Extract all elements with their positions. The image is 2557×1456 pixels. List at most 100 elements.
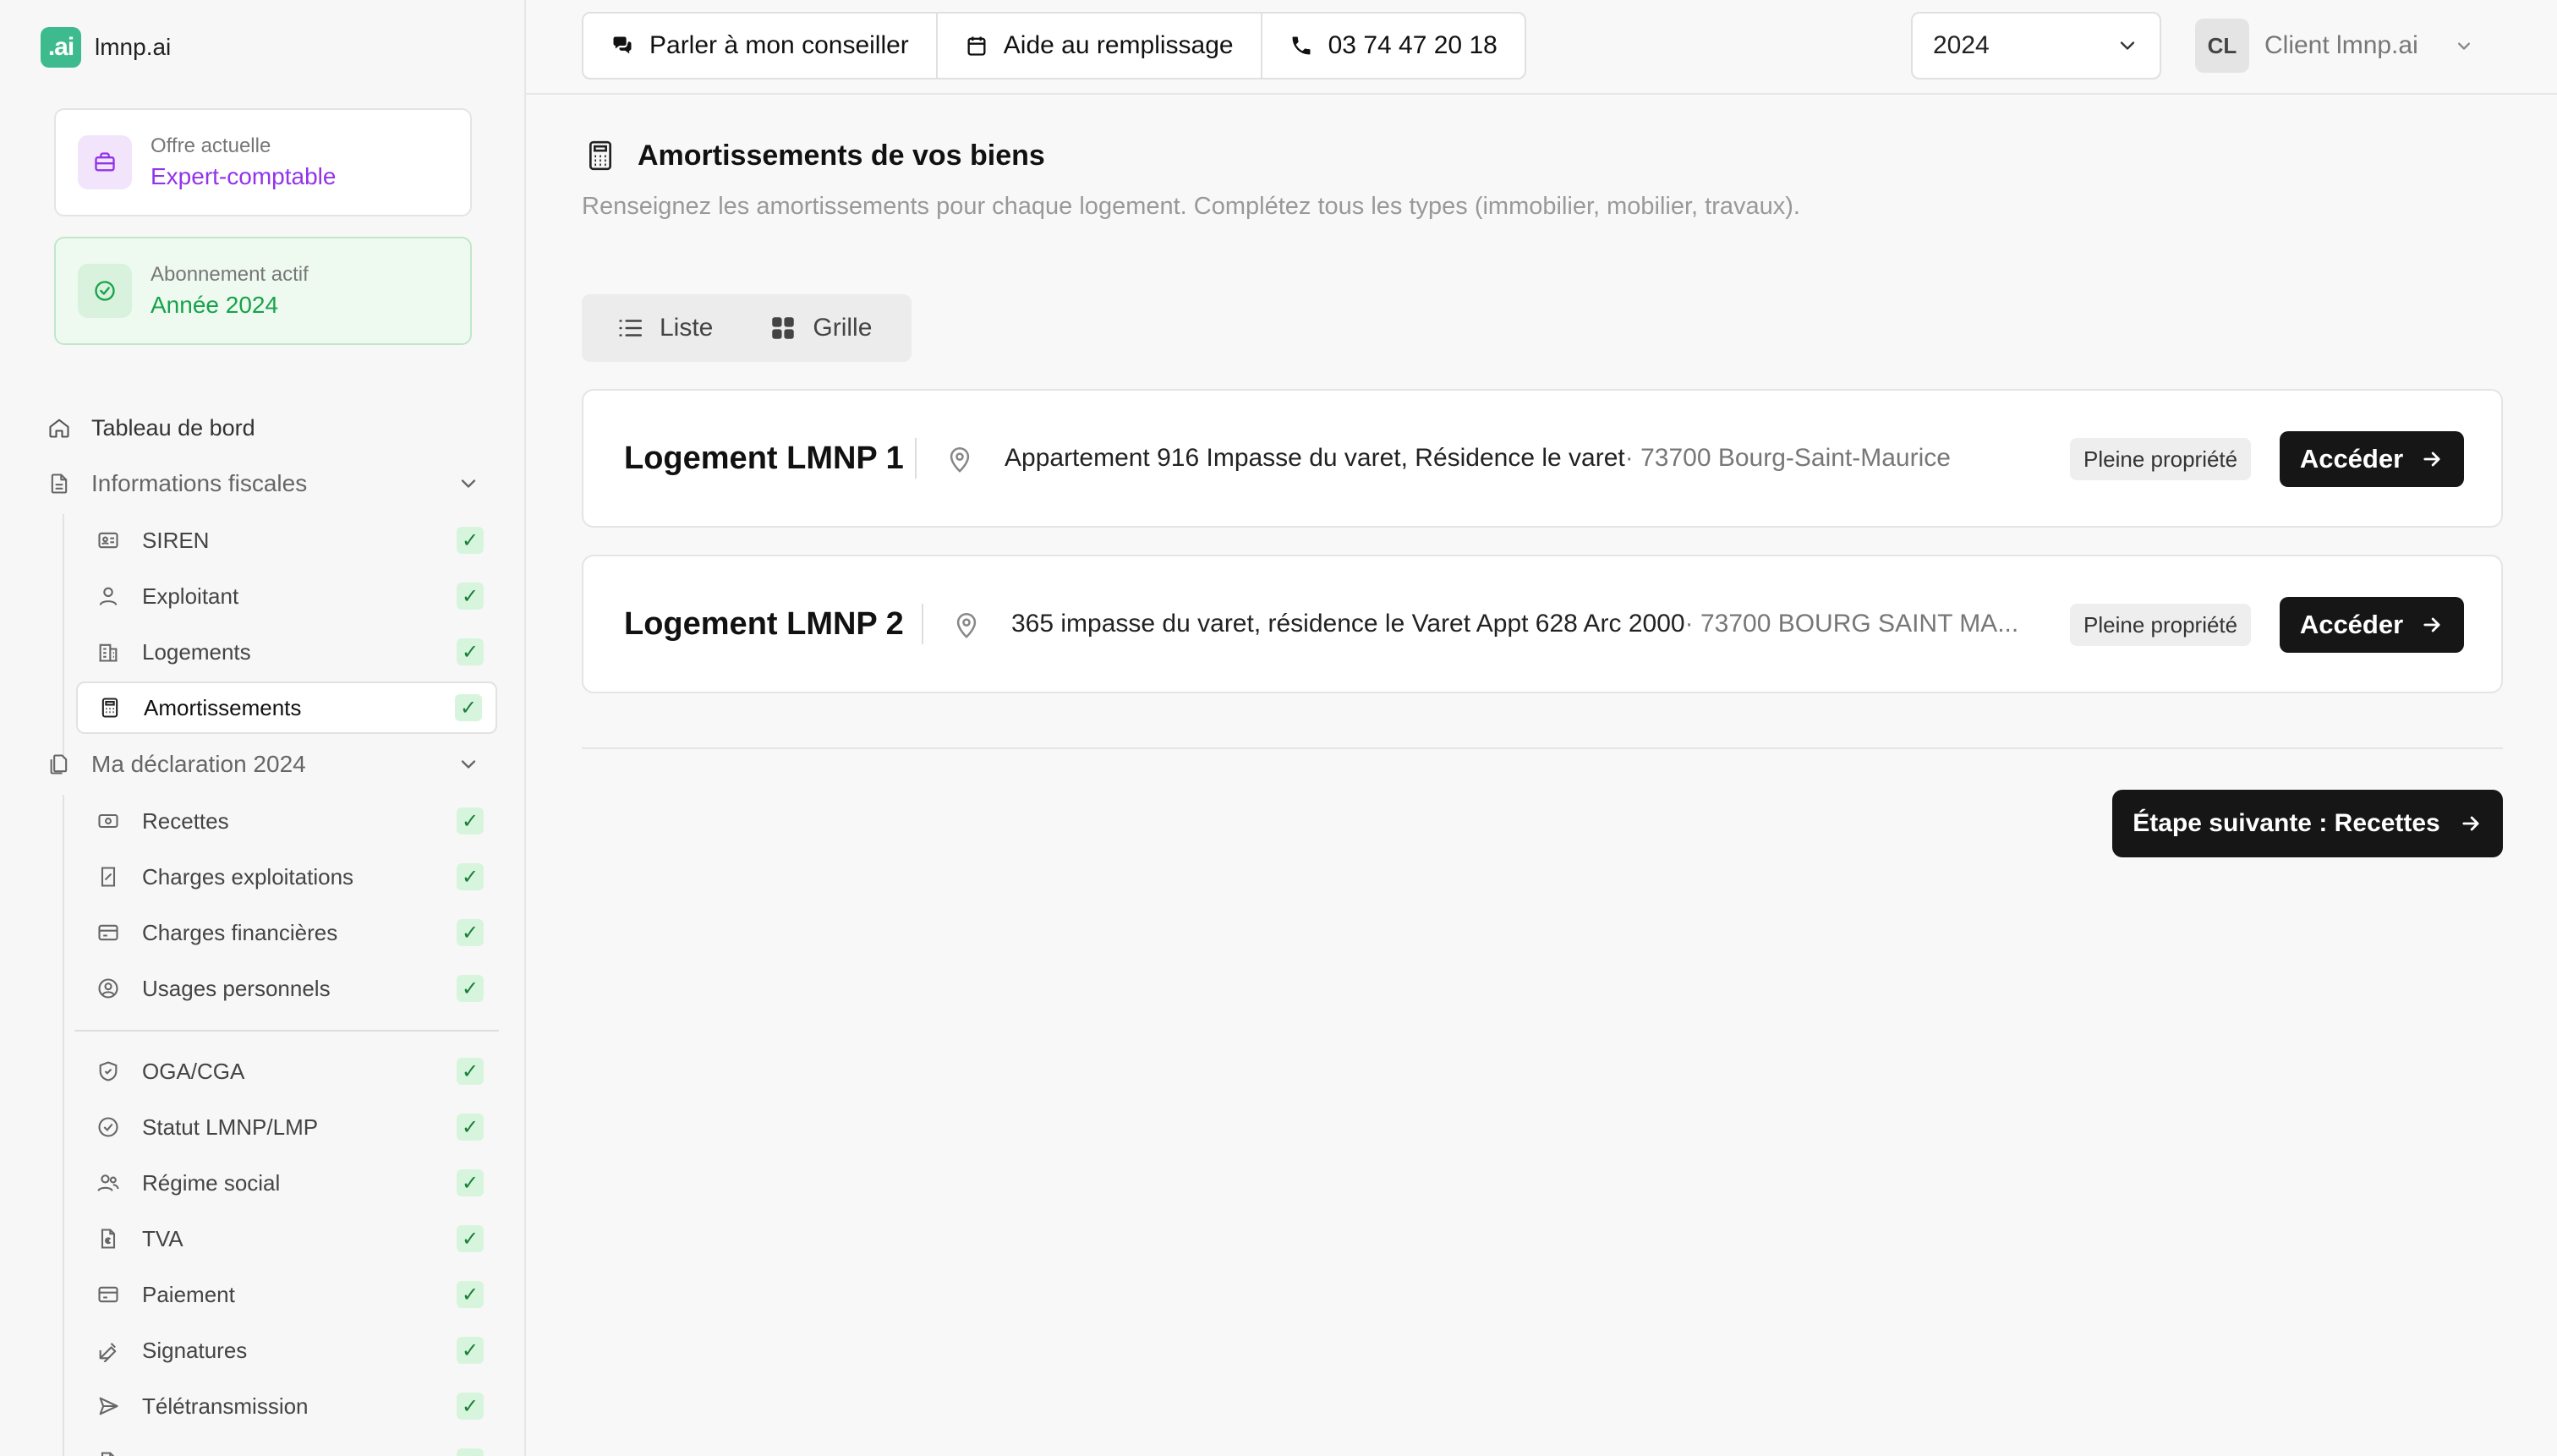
check-icon: ✓ — [455, 694, 482, 721]
current-offer-card[interactable]: Offre actuelle Expert-comptable — [54, 108, 472, 216]
id-card-icon — [96, 528, 120, 552]
list-view-label: Liste — [660, 314, 714, 342]
help-label: Aide au remplissage — [1003, 31, 1234, 59]
active-subscription-card[interactable]: Abonnement actif Année 2024 — [54, 237, 472, 345]
sidebar-item-recettes[interactable]: Recettes ✓ — [76, 795, 497, 847]
sidebar-item-paiement[interactable]: Paiement ✓ — [76, 1268, 497, 1321]
ownership-badge: Pleine propriété — [2070, 604, 2252, 646]
map-pin-icon — [945, 445, 974, 473]
check-icon: ✓ — [457, 919, 484, 946]
phone-button[interactable]: 03 74 47 20 18 — [1262, 14, 1525, 78]
sidebar-item-exploitant[interactable]: Exploitant ✓ — [76, 570, 497, 622]
chevron-down-icon — [2116, 34, 2139, 57]
subnav-guide — [63, 514, 64, 759]
list-view-button[interactable]: Liste — [616, 314, 713, 342]
sidebar-item-charges-financieres[interactable]: Charges financières ✓ — [76, 906, 497, 959]
sidebar-item-logements[interactable]: Logements ✓ — [76, 626, 497, 678]
sidebar-item-charges-exploitations[interactable]: Charges exploitations ✓ — [76, 851, 497, 903]
brand[interactable]: .ai lmnp.ai — [41, 27, 171, 68]
user-circle-icon — [96, 977, 120, 1000]
file-icon — [96, 1450, 120, 1456]
list-icon — [616, 314, 644, 342]
sidebar-item-oga-cga[interactable]: OGA/CGA ✓ — [76, 1045, 497, 1097]
page-header: Amortissements de vos biens — [583, 139, 1045, 172]
phone-label: 03 74 47 20 18 — [1328, 31, 1498, 59]
user-name: Client lmnp.ai — [2264, 31, 2418, 59]
access-label: Accéder — [2299, 610, 2404, 639]
sidebar-item-teletransmission[interactable]: Télétransmission ✓ — [76, 1380, 497, 1432]
lodging-name: Logement LMNP 1 — [624, 440, 904, 476]
check-icon: ✓ — [457, 975, 484, 1002]
credit-card-icon — [96, 1283, 120, 1306]
subnav-guide — [63, 795, 64, 1456]
grid-icon — [769, 314, 797, 342]
brand-logo: .ai — [41, 27, 81, 68]
sidebar-item-regime-social[interactable]: Régime social ✓ — [76, 1157, 497, 1209]
next-step-label: Étape suivante : Recettes — [2133, 809, 2440, 837]
year-select[interactable]: 2024 — [1911, 12, 2161, 79]
nav-section-fiscal[interactable]: Informations fiscales — [47, 463, 504, 504]
receipt-icon — [96, 865, 120, 889]
nav-dashboard[interactable]: Tableau de bord — [47, 408, 255, 448]
sidebar-divider — [74, 1030, 499, 1032]
nav-section-fiscal-label: Informations fiscales — [91, 470, 308, 496]
chat-icon — [611, 34, 634, 57]
sidebar-item-statut[interactable]: Statut LMNP/LMP ✓ — [76, 1101, 497, 1153]
files-icon — [47, 753, 71, 776]
advisor-button[interactable]: Parler à mon conseiller — [583, 14, 938, 78]
user-menu[interactable]: CL Client lmnp.ai — [2195, 19, 2476, 73]
building-icon — [96, 640, 120, 664]
grid-view-button[interactable]: Grille — [769, 314, 872, 342]
badge-check-icon — [96, 1115, 120, 1139]
offer-value: Expert-comptable — [151, 163, 337, 189]
check-icon: ✓ — [457, 1337, 484, 1364]
chevron-down-icon — [2452, 34, 2476, 57]
sidebar-item-label: Régime social — [142, 1169, 281, 1196]
sidebar-item-amortissements[interactable]: Amortissements ✓ — [76, 681, 497, 734]
nav-section-declaration[interactable]: Ma déclaration 2024 — [47, 744, 504, 785]
users-icon — [96, 1171, 120, 1195]
sidebar-item-signatures[interactable]: Signatures ✓ — [76, 1324, 497, 1377]
separator — [915, 438, 917, 479]
chevron-down-icon — [457, 753, 480, 776]
check-icon: ✓ — [457, 1225, 484, 1252]
sidebar-item-label: Recettes — [142, 807, 229, 834]
sidebar-item-label: TVA — [142, 1225, 183, 1251]
sidebar-item-label: OGA/CGA — [142, 1058, 245, 1084]
shield-icon — [96, 1059, 120, 1083]
sidebar-item-label: Charges financières — [142, 919, 338, 945]
page-title: Amortissements de vos biens — [638, 139, 1045, 172]
file-euro-icon — [96, 1227, 120, 1251]
lodging-address: 365 impasse du varet, résidence le Varet… — [1011, 556, 2018, 692]
check-icon: ✓ — [457, 583, 484, 610]
check-icon: ✓ — [457, 1058, 484, 1085]
subscription-label: Abonnement actif — [151, 263, 309, 286]
sidebar-item-siren[interactable]: SIREN ✓ — [76, 514, 497, 567]
check-icon: ✓ — [457, 1114, 484, 1141]
check-icon: ✓ — [457, 1448, 484, 1456]
access-button[interactable]: Accéder — [2280, 431, 2464, 487]
sidebar-item-more[interactable]: ✓ — [76, 1436, 497, 1456]
help-button[interactable]: Aide au remplissage — [938, 14, 1262, 78]
sidebar-item-label: Usages personnels — [142, 975, 331, 1001]
next-step-button[interactable]: Étape suivante : Recettes — [2112, 790, 2503, 857]
nav-section-declaration-label: Ma déclaration 2024 — [91, 751, 306, 777]
send-icon — [96, 1394, 120, 1418]
page-subtitle: Renseignez les amortissements pour chaqu… — [582, 193, 1800, 220]
chevron-down-icon — [457, 472, 480, 495]
pen-icon — [96, 1338, 120, 1362]
check-icon: ✓ — [457, 527, 484, 554]
access-label: Accéder — [2299, 444, 2404, 473]
section-divider — [582, 747, 2503, 749]
sidebar-item-label: Statut LMNP/LMP — [142, 1114, 319, 1140]
separator — [922, 604, 923, 644]
sidebar-item-tva[interactable]: TVA ✓ — [76, 1212, 497, 1265]
grid-view-label: Grille — [813, 314, 873, 342]
banknote-icon — [96, 809, 120, 833]
subscription-value: Année 2024 — [151, 292, 279, 318]
sidebar-item-label: SIREN — [142, 527, 210, 553]
sidebar-item-usages-personnels[interactable]: Usages personnels ✓ — [76, 962, 497, 1015]
arrow-right-icon — [2459, 812, 2483, 835]
calculator-icon — [583, 139, 617, 172]
access-button[interactable]: Accéder — [2280, 597, 2464, 653]
